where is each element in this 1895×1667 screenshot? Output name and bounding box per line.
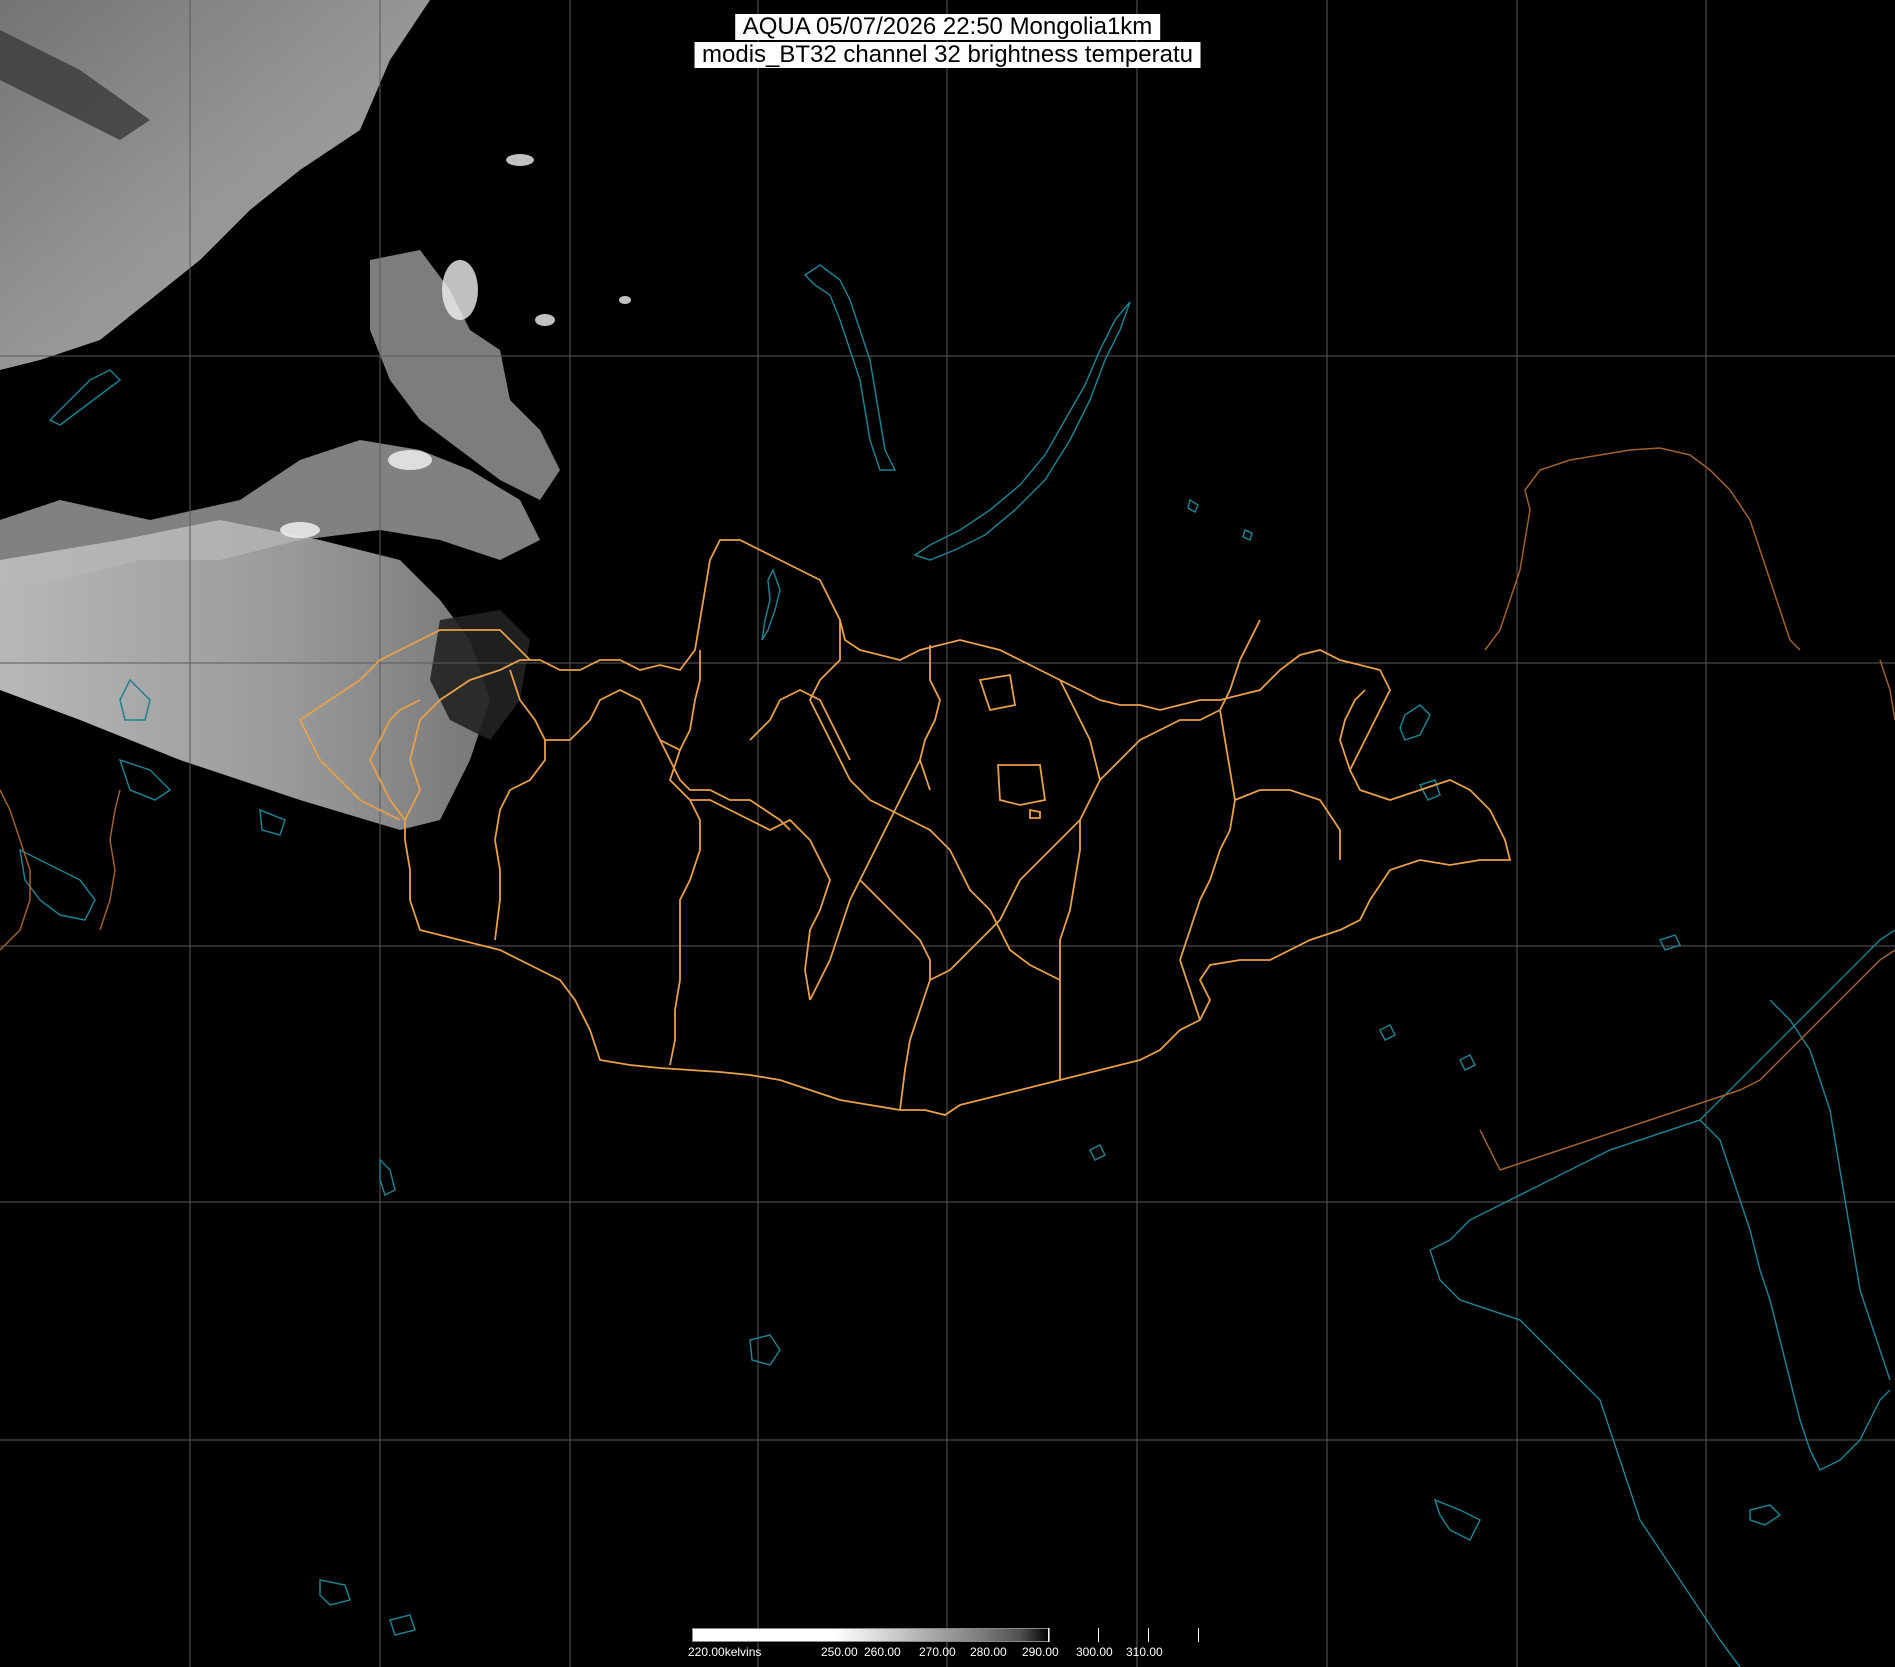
aimag-line-15: [1059, 820, 1081, 1080]
aimag-line-12: [1099, 709, 1221, 781]
aimag-line-4: [668, 749, 701, 1066]
aimag-line-18: [859, 879, 931, 980]
lake-small-8: [1187, 498, 1199, 514]
lake-small-10: [1433, 1498, 1482, 1542]
border-china-korea: [1499, 949, 1895, 1171]
lake-west-2: [19, 848, 96, 921]
lake-west-3: [118, 758, 172, 801]
colorbar-label-220: 220.00kelvins: [688, 1645, 762, 1659]
colorbar-tick-290: [1048, 1628, 1049, 1642]
cloud-fleck-5: [535, 314, 555, 326]
orkhon-boundary: [978, 673, 1017, 712]
colorbar-label-260: 260.00: [864, 1645, 901, 1659]
lake-small-9: [1242, 528, 1253, 542]
satellite-image-viewer: AQUA 05/07/2026 22:50 Mongolia1km modis_…: [0, 0, 1895, 1667]
lake-hulun: [1399, 704, 1431, 741]
colorbar-label-300: 300.00: [1076, 1645, 1113, 1659]
colorbar-label-290: 290.00: [1022, 1645, 1059, 1659]
ulaanbaatar-boundary: [997, 764, 1047, 806]
coast-north-korea: [1699, 929, 1895, 1121]
cloud-imagery: [0, 0, 631, 830]
coast-korea-east: [1769, 999, 1891, 1381]
cloud-fleck-4: [506, 154, 534, 166]
aimag-line-16: [899, 979, 931, 1111]
cloud-mass-north: [0, 0, 430, 370]
coast-bohai-inner: [1429, 1249, 1741, 1667]
colorbar-gradient: [692, 1628, 1050, 1642]
lake-small-11: [1458, 1053, 1477, 1072]
map-canvas: [0, 0, 1895, 1667]
lake-small-2: [749, 1334, 781, 1366]
river-angara: [803, 264, 897, 471]
aimag-line-20: [1219, 619, 1261, 711]
colorbar-label-250: 250.00: [821, 1645, 858, 1659]
border-kazakh-2: [99, 789, 121, 931]
lake-small-12: [1088, 1143, 1107, 1162]
aimag-line-2: [545, 650, 701, 752]
cloud-fleck-2: [388, 450, 432, 470]
colorbar: [692, 1628, 1202, 1644]
lake-small-4: [379, 1158, 396, 1197]
graticule: [0, 0, 1895, 1667]
lake-small-5: [1749, 1504, 1782, 1526]
colorbar-label-280: 280.00: [970, 1645, 1007, 1659]
lake-small-1: [1658, 934, 1682, 951]
cloud-fleck-6: [619, 296, 631, 304]
aimag-line-13: [1179, 709, 1236, 961]
image-title-line-2: modis_BT32 channel 32 brightness tempera…: [694, 42, 1201, 68]
aimag-line-21: [1339, 689, 1366, 771]
aimag-line-8: [919, 645, 941, 791]
aimag-line-17: [1179, 959, 1201, 1021]
darkhan-boundary: [1029, 808, 1041, 819]
colorbar-label-310: 310.00: [1126, 1645, 1163, 1659]
image-title-line-1: AQUA 05/07/2026 22:50 Mongolia1km: [734, 14, 1161, 40]
lake-small-3: [1378, 1023, 1397, 1042]
aimag-line-5: [690, 799, 831, 1001]
mongolia-outline: [404, 539, 1512, 1116]
colorbar-tick-310: [1148, 1628, 1149, 1642]
border-kazakh: [0, 789, 31, 951]
cloud-fleck-1: [442, 260, 478, 320]
coast-bohai-korea: [1429, 1119, 1891, 1472]
lake-small-7: [389, 1614, 416, 1636]
colorbar-label-270: 270.00: [919, 1645, 956, 1659]
colorbar-tick-300: [1098, 1628, 1099, 1642]
border-east-edge: [1879, 659, 1895, 721]
river-northwest: [48, 369, 122, 426]
lake-khovsgol: [761, 568, 781, 641]
aimag-line-11: [929, 819, 1081, 981]
lake-buir: [1418, 779, 1441, 801]
border-russia-china-ne: [1484, 447, 1801, 651]
border-south-korea: [1479, 1129, 1501, 1171]
aimag-line-10: [1059, 679, 1101, 821]
aimag-line-14: [1234, 789, 1341, 860]
colorbar-tick-320: [1198, 1628, 1199, 1642]
cloud-fleck-3: [280, 522, 320, 538]
lake-small-6: [319, 1579, 351, 1606]
lake-west-4: [259, 808, 286, 836]
